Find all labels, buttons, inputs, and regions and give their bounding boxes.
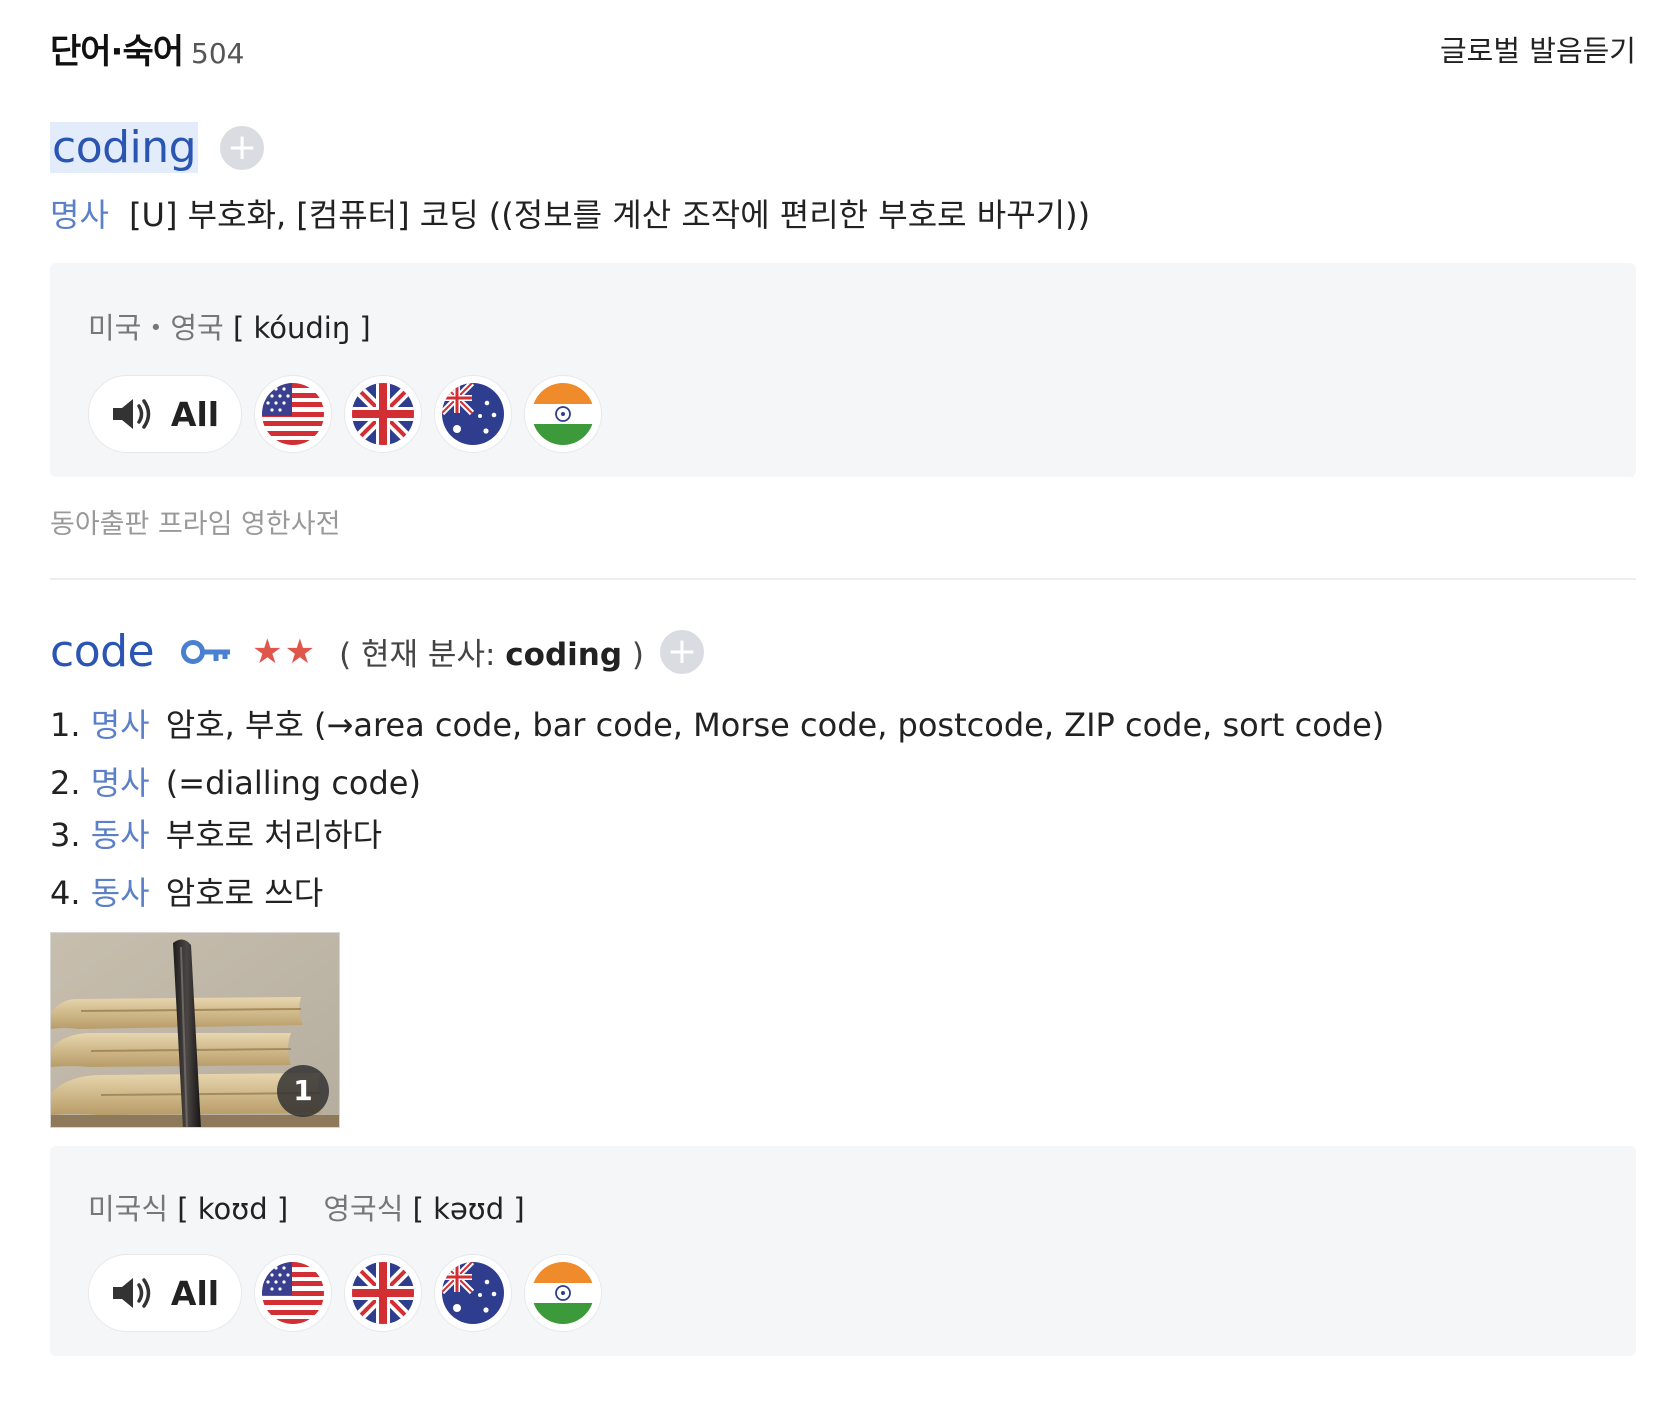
pronunciation-line: 미국・영국 [ kóudiŋ ] — [88, 305, 371, 347]
plus-icon: + — [666, 630, 698, 672]
us-flag-icon — [262, 383, 324, 445]
participle-close: ) — [622, 637, 644, 673]
part-of-speech: 명사 — [50, 196, 109, 234]
importance-stars: ★★ — [252, 631, 318, 672]
meaning-number: 2. — [50, 764, 81, 802]
participle-word[interactable]: coding — [505, 637, 622, 673]
in-flag-icon — [532, 383, 594, 445]
add-wordbook-button[interactable]: + — [220, 125, 265, 170]
entry-divider — [50, 578, 1636, 580]
image-count-badge: 1 — [277, 1065, 329, 1117]
play-uk-button[interactable] — [344, 1254, 422, 1332]
pronunciation-box: 미국식 [ koʊd ] 영국식 [ kəʊd ] All — [50, 1146, 1636, 1356]
meaning-number: 4. — [50, 874, 81, 912]
phonetic-text: [ kóudiŋ ] — [232, 311, 371, 345]
speaker-icon — [112, 399, 151, 429]
meaning-item: 3. 동사 부호로 처리하다 — [50, 810, 382, 856]
play-us-button[interactable] — [254, 1254, 332, 1332]
meaning-item: 2. 명사 (=dialling code) — [50, 758, 421, 804]
meaning-number: 3. — [50, 816, 81, 854]
meaning-item: 1. 명사 암호, 부호 (→area code, bar code, Mors… — [50, 700, 1384, 746]
entry-coding-header: coding + — [50, 122, 265, 173]
participle-open: ( 현재 분사: — [339, 637, 506, 673]
uk-pronunciation-label: 영국식 — [323, 1192, 404, 1226]
au-flag-icon — [442, 383, 504, 445]
play-all-button[interactable]: All — [88, 375, 242, 453]
headword-code[interactable]: code — [50, 626, 155, 677]
present-participle: ( 현재 분사: coding ) — [339, 629, 644, 674]
play-au-button[interactable] — [434, 1254, 512, 1332]
play-us-button[interactable] — [254, 375, 332, 453]
speaker-icon — [112, 1278, 151, 1308]
pronunciation-label: 미국・영국 — [88, 311, 224, 345]
entry-code-header: code ★★ ( 현재 분사: coding ) + — [50, 626, 704, 677]
in-flag-icon — [532, 1262, 594, 1324]
pronunciation-line: 미국식 [ koʊd ] 영국식 [ kəʊd ] — [88, 1186, 525, 1228]
us-phonetic-text: [ koʊd ] — [177, 1192, 289, 1226]
part-of-speech: 동사 — [90, 874, 150, 912]
pronunciation-box: 미국・영국 [ kóudiŋ ] All — [50, 263, 1636, 477]
uk-flag-icon — [352, 383, 414, 445]
plus-icon: + — [227, 126, 258, 168]
entry-coding-definition: 명사 [U] 부호화, [컴퓨터] 코딩 ((정보를 계산 조작에 편리한 부호… — [50, 190, 1090, 236]
all-label: All — [170, 394, 220, 434]
audio-buttons: All — [88, 1254, 602, 1332]
uk-phonetic-text: [ kəʊd ] — [412, 1192, 525, 1226]
play-in-button[interactable] — [524, 375, 602, 453]
all-label: All — [170, 1273, 220, 1313]
global-pronunciation-link[interactable]: 글로벌 발음듣기 — [1440, 28, 1636, 70]
key-icon — [181, 639, 231, 664]
meaning-text: 부호로 처리하다 — [165, 816, 383, 854]
play-all-button[interactable]: All — [88, 1254, 242, 1332]
audio-buttons: All — [88, 375, 602, 453]
headword-coding[interactable]: coding — [50, 122, 199, 173]
section-title: 단어·숙어 504 — [50, 24, 245, 73]
dictionary-source[interactable]: 동아출판 프라임 영한사전 — [50, 502, 340, 541]
part-of-speech: 명사 — [90, 764, 150, 802]
result-count: 504 — [191, 37, 245, 70]
play-in-button[interactable] — [524, 1254, 602, 1332]
meaning-text: 암호로 쓰다 — [165, 874, 324, 912]
play-uk-button[interactable] — [344, 375, 422, 453]
us-flag-icon — [262, 1262, 324, 1324]
meaning-item: 4. 동사 암호로 쓰다 — [50, 868, 323, 914]
definition-text: [U] 부호화, [컴퓨터] 코딩 ((정보를 계산 조작에 편리한 부호로 바… — [129, 196, 1091, 234]
meaning-text: 암호, 부호 (→area code, bar code, Morse code… — [165, 706, 1385, 744]
us-pronunciation-label: 미국식 — [88, 1192, 169, 1226]
part-of-speech: 동사 — [90, 816, 150, 854]
au-flag-icon — [442, 1262, 504, 1324]
part-of-speech: 명사 — [90, 706, 150, 744]
meaning-text: (=dialling code) — [165, 764, 421, 802]
meaning-number: 1. — [50, 706, 81, 744]
word-image-thumbnail[interactable]: 1 — [50, 932, 340, 1128]
section-title-text: 단어·숙어 — [50, 32, 184, 72]
uk-flag-icon — [352, 1262, 414, 1324]
play-au-button[interactable] — [434, 375, 512, 453]
add-wordbook-button[interactable]: + — [659, 629, 704, 674]
